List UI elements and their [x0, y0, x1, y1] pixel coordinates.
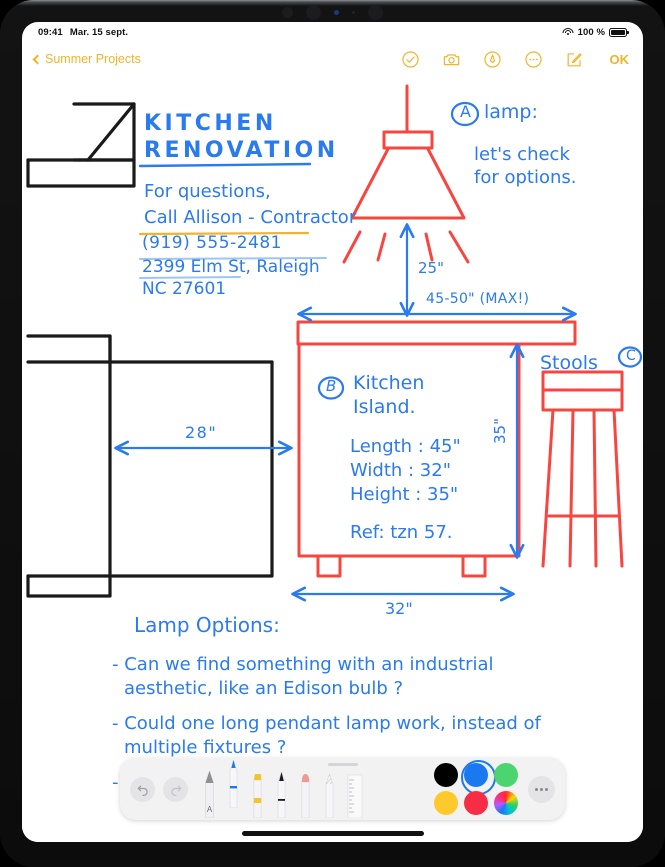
checkmark-circle-icon[interactable] [401, 50, 420, 69]
highlighter-tool[interactable] [250, 770, 265, 818]
status-time: 09:41 [38, 26, 63, 38]
lasso-tool[interactable] [322, 770, 337, 818]
stools-label: Stools [540, 352, 598, 374]
dimension-lamp-drop: 25" [418, 259, 444, 277]
dimension-counter-span: 45-50" (MAX!) [426, 291, 530, 307]
lamp-options-item: - Could one long pendant lamp work, inst… [112, 713, 541, 734]
contact-city-zip: NC 27601 [142, 279, 227, 299]
pen-tools-group: A [202, 758, 364, 820]
undo-icon[interactable] [130, 776, 155, 802]
island-height-spec: Height : 35" [350, 484, 459, 505]
markup-pen-circle-icon[interactable] [483, 50, 502, 69]
island-title-line1: Kitchen [353, 372, 425, 394]
lamp-label: lamp: [484, 101, 538, 123]
ipad-device: 09:41 Mar. 15 sept. 100 % Summer Project… [0, 0, 665, 867]
lamp-note-line1: let's check [474, 144, 570, 165]
color-wheel-swatch[interactable] [494, 791, 518, 815]
lamp-note-line2: for options. [474, 167, 577, 188]
note-title-line2: RENOVATION [144, 138, 339, 163]
color-swatch-yellow[interactable] [434, 791, 458, 815]
lamp-options-item: aesthetic, like an Edison bulb ? [124, 678, 404, 699]
note-title-line1: KITCHEN [144, 111, 277, 136]
status-date: Mar. 15 sept. [69, 26, 129, 38]
palette-grip-handle[interactable] [327, 763, 358, 766]
text-pen-tool[interactable]: A [202, 770, 217, 818]
contact-address: 2399 Elm St, Raleigh [142, 257, 320, 277]
note-canvas[interactable]: KITCHEN RENOVATION For questions, Call A… [22, 76, 643, 842]
island-ref: Ref: tzn 57. [350, 522, 453, 543]
contact-line-1: For questions, [144, 181, 271, 202]
back-button-label: Summer Projects [45, 52, 141, 66]
color-swatch-black[interactable] [434, 763, 458, 787]
marker-tool[interactable] [274, 770, 289, 818]
color-swatches [434, 759, 518, 815]
dimension-island-height: 35" [491, 418, 509, 444]
lamp-options-item: - Can we find something with an industri… [112, 654, 494, 675]
battery-percent: 100 % [577, 26, 605, 38]
screen: 09:41 Mar. 15 sept. 100 % Summer Project… [22, 22, 643, 842]
status-bar: 09:41 Mar. 15 sept. 100 % [22, 22, 643, 42]
ruler-tool[interactable] [346, 770, 364, 818]
compose-icon[interactable] [565, 50, 584, 69]
ellipsis-circle-icon[interactable] [524, 50, 543, 69]
contact-line-2: Call Allison - Contractor [144, 207, 357, 228]
dimension-left-gap: 28" [185, 423, 218, 442]
dimension-island-depth: 32" [385, 599, 413, 618]
status-right: 100 % [562, 26, 629, 38]
island-width: Width : 32" [350, 460, 451, 481]
island-marker-label: B [326, 377, 337, 395]
navigation-bar: Summer Projects OK [22, 42, 643, 76]
contact-phone: (919) 555-2481 [142, 233, 282, 253]
back-button[interactable]: Summer Projects [32, 52, 141, 66]
svg-text:A: A [207, 805, 213, 814]
chevron-left-icon [32, 54, 43, 64]
color-swatch-blue[interactable] [460, 759, 496, 795]
pen-tool[interactable] [226, 760, 241, 808]
redo-icon[interactable] [163, 776, 188, 802]
color-swatch-green[interactable] [494, 763, 518, 787]
battery-icon [609, 27, 629, 37]
camera-icon[interactable] [442, 50, 461, 69]
color-swatch-red[interactable] [464, 791, 488, 815]
lamp-marker-label: A [460, 102, 471, 121]
island-length: Length : 45" [350, 436, 461, 457]
ellipsis-icon[interactable] [528, 775, 555, 803]
nav-tools: OK [401, 50, 630, 69]
home-indicator[interactable] [241, 831, 424, 836]
status-left: 09:41 Mar. 15 sept. [38, 27, 128, 38]
stools-marker-label: C [626, 348, 636, 364]
ok-button[interactable]: OK [610, 52, 630, 67]
island-title-line2: Island. [353, 396, 416, 418]
lamp-options-heading: Lamp Options: [134, 613, 280, 637]
eraser-tool[interactable] [298, 770, 313, 818]
lamp-options-item: multiple fixtures ? [124, 737, 287, 758]
markup-tool-palette[interactable]: A [120, 758, 565, 820]
undo-redo-group [130, 776, 188, 802]
wifi-icon [562, 27, 574, 37]
